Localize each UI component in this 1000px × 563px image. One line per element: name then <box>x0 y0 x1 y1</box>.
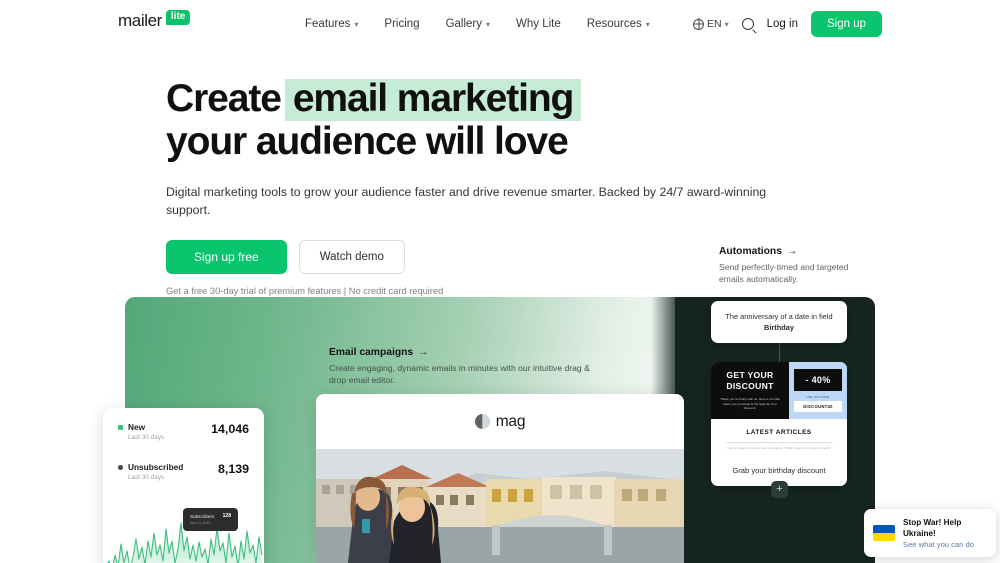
hero-subtitle: Digital marketing tools to grow your aud… <box>166 185 767 217</box>
search-icon[interactable] <box>741 18 754 30</box>
site-header: mailer lite Features ▾ Pricing Gallery ▾… <box>0 0 1000 48</box>
chevron-down-icon: ▾ <box>724 20 729 29</box>
stat-label-wrap: Unsubscribed <box>118 462 183 472</box>
hero-copy: Create email marketing your audience will… <box>166 78 806 296</box>
discount-code-label: USE THIS CODE <box>806 396 830 399</box>
tooltip-date: Nov 14, 2023 <box>190 521 211 525</box>
articles-meta: How to make the most of your subscriptio… <box>727 447 831 450</box>
chevron-down-icon: ▾ <box>486 20 491 29</box>
automations-title: Automations <box>719 246 782 257</box>
logo-wordmark: mailer <box>118 11 162 30</box>
stat-label: New <box>128 422 146 432</box>
stat-label: Unsubscribed <box>128 462 184 472</box>
email-headline: GET YOUR DISCOUNT <box>726 370 774 392</box>
nav-item-gallery[interactable]: Gallery ▾ <box>446 18 490 30</box>
tooltip-value: 128 <box>222 513 231 519</box>
nav-label: Resources <box>586 18 642 30</box>
automations-annotation[interactable]: Automations → Send perfectly-timed and t… <box>719 246 869 285</box>
plus-icon[interactable]: + <box>771 481 788 498</box>
tooltip-label: Subscribers <box>190 513 215 519</box>
discount-badge: - 40% <box>794 369 842 391</box>
preview-brand-name: mag <box>495 412 526 430</box>
title-part-2: your audience will love <box>166 120 569 163</box>
chevron-down-icon: ▾ <box>645 20 650 29</box>
email-articles-block: LATEST ARTICLES How to make the most of … <box>711 419 847 457</box>
title-part-1: Create <box>166 77 282 120</box>
campaigns-annotation[interactable]: Email campaigns → Create engaging, dynam… <box>329 347 599 386</box>
stat-value: 8,139 <box>217 462 249 476</box>
flow-trigger-text: The anniversary of a date in field Birth… <box>711 301 847 343</box>
stat-label-wrap: New <box>118 422 164 432</box>
ukraine-banner[interactable]: Stop War! Help Ukraine! See what you can… <box>864 509 996 557</box>
nav-label: Features <box>305 18 351 30</box>
trigger-field-name: Birthday <box>764 323 794 332</box>
automation-flow: The anniversary of a date in field Birth… <box>711 301 847 498</box>
campaigns-title-row: Email campaigns → <box>329 347 599 358</box>
stat-text-group: New Last 30 days <box>118 422 164 441</box>
header-actions: EN ▾ Log in Sign up <box>693 0 882 48</box>
page-root: mailer lite Features ▾ Pricing Gallery ▾… <box>0 0 1000 563</box>
articles-title: LATEST ARTICLES <box>746 429 812 436</box>
stat-row-new: New Last 30 days 14,046 <box>103 408 264 441</box>
stat-period: Last 30 days <box>128 474 165 481</box>
language-selector[interactable]: EN ▾ <box>693 18 729 30</box>
nav-label: Pricing <box>384 18 420 30</box>
chart-tooltip: Subscribers 128 Nov 14, 2023 <box>183 508 238 531</box>
nav-item-resources[interactable]: Resources ▾ <box>587 18 650 30</box>
arrow-right-icon: → <box>786 246 798 257</box>
email-hero-block: GET YOUR DISCOUNT Thank you for being wi… <box>711 362 847 419</box>
divider <box>725 442 833 443</box>
stat-text-group: Unsubscribed Last 30 days <box>118 462 183 481</box>
main-nav: Features ▾ Pricing Gallery ▾ Why Lite Re… <box>305 0 650 48</box>
ukraine-flag-icon <box>873 525 895 541</box>
trigger-text-prefix: The anniversary of a date in field <box>725 312 833 321</box>
globe-icon <box>693 18 705 30</box>
signup-free-button[interactable]: Sign up free <box>166 240 287 274</box>
discount-code: DISCOUNT40 <box>794 401 842 412</box>
arrow-right-icon: → <box>418 347 429 358</box>
hero-cta-row: Sign up free Watch demo <box>166 240 806 274</box>
nav-label: Gallery <box>445 18 482 30</box>
chevron-down-icon: ▾ <box>354 20 359 29</box>
email-preview-card[interactable]: mag <box>316 394 684 563</box>
flow-email-card[interactable]: GET YOUR DISCOUNT Thank you for being wi… <box>711 362 847 486</box>
logo[interactable]: mailer lite <box>118 10 191 30</box>
legend-dot-icon <box>118 464 123 470</box>
ukraine-banner-link[interactable]: See what you can do <box>903 540 987 549</box>
title-highlight: email marketing <box>284 79 582 121</box>
signup-button[interactable]: Sign up <box>810 11 882 37</box>
moon-icon <box>474 414 490 429</box>
tooltip-row: Subscribers 128 <box>190 513 231 519</box>
stat-value: 14,046 <box>211 422 249 436</box>
preview-brand: mag <box>316 394 684 449</box>
flow-trigger-card[interactable]: The anniversary of a date in field Birth… <box>711 301 847 343</box>
automations-title-row: Automations → <box>719 246 869 257</box>
nav-item-why-lite[interactable]: Why Lite <box>516 18 561 30</box>
ukraine-banner-title: Stop War! Help Ukraine! <box>903 518 962 538</box>
automations-body: Send perfectly-timed and targeted emails… <box>719 262 849 284</box>
nav-item-features[interactable]: Features ▾ <box>305 18 358 30</box>
login-link[interactable]: Log in <box>767 18 798 30</box>
hero-fineprint: Get a free 30-day trial of premium featu… <box>166 286 444 296</box>
email-discount-block: - 40% USE THIS CODE DISCOUNT40 <box>789 362 847 419</box>
ukraine-banner-text: Stop War! Help Ukraine! See what you can… <box>903 517 987 549</box>
page-title: Create email marketing your audience will… <box>166 78 806 163</box>
stat-period: Last 30 days <box>128 434 165 441</box>
stat-row-unsubscribed: Unsubscribed Last 30 days 8,139 <box>103 441 264 481</box>
email-headline-block: GET YOUR DISCOUNT Thank you for being wi… <box>711 362 789 419</box>
nav-label: Why Lite <box>516 18 561 30</box>
stats-card: New Last 30 days 14,046 Unsubscribed Las… <box>103 408 264 563</box>
nav-item-pricing[interactable]: Pricing <box>384 18 419 30</box>
legend-dot-icon <box>118 424 123 430</box>
language-code: EN <box>707 18 722 30</box>
logo-badge: lite <box>165 10 191 25</box>
email-body-text: Thank you for being with us. Here is our… <box>720 397 780 411</box>
preview-photo <box>316 449 684 563</box>
watch-demo-button[interactable]: Watch demo <box>298 240 405 274</box>
campaigns-body: Create engaging, dynamic emails in minut… <box>329 363 590 385</box>
campaigns-title: Email campaigns <box>329 347 414 358</box>
